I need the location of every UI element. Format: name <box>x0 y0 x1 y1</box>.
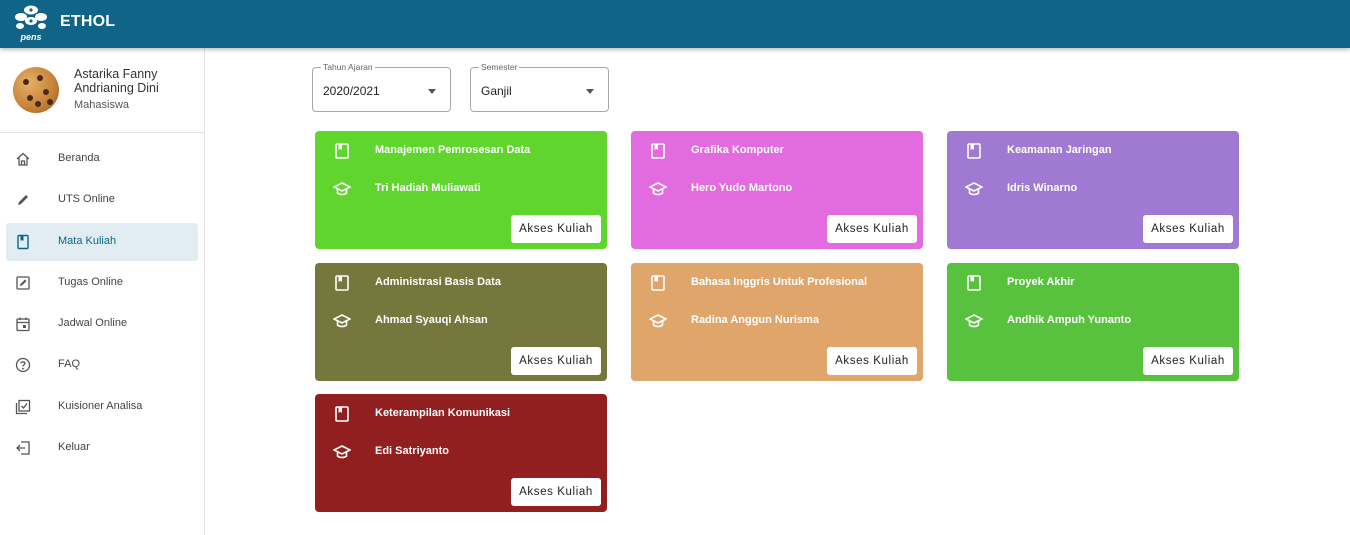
app-title: ETHOL <box>60 13 116 30</box>
akses-kuliah-button[interactable]: Akses Kuliah <box>511 478 601 506</box>
sidebar-item-label: Keluar <box>58 441 90 454</box>
sidebar-item-tugas-online[interactable]: Tugas Online <box>6 264 198 302</box>
graduation-cap-icon <box>333 445 351 459</box>
sidebar-item-beranda[interactable]: Beranda <box>6 140 198 178</box>
sidebar-item-jadwal-online[interactable]: Jadwal Online <box>6 305 198 343</box>
course-card: Bahasa Inggris Untuk Profesional Radina … <box>631 263 923 381</box>
semester-value: Ganjil <box>481 84 512 98</box>
akses-kuliah-button[interactable]: Akses Kuliah <box>1143 215 1233 243</box>
book-icon <box>651 275 665 291</box>
sidebar-item-label: Kuisioner Analisa <box>58 399 143 412</box>
checklist-icon <box>15 399 31 414</box>
lecturer-name: Hero Yudo Martono <box>691 182 793 194</box>
sidebar-item-label: FAQ <box>58 358 81 371</box>
graduation-cap-icon <box>333 182 351 196</box>
sidebar-item-kuisioner-analisa[interactable]: Kuisioner Analisa <box>6 388 198 426</box>
semester-legend: Semester <box>479 62 520 72</box>
book-icon <box>335 275 349 291</box>
lecturer-name: Tri Hadiah Muliawati <box>375 182 481 194</box>
sidebar-nav: Beranda UTS Online Mata Kuliah Tugas Onl… <box>0 140 204 470</box>
sidebar-item-label: Jadwal Online <box>58 317 128 330</box>
book-icon <box>335 406 349 422</box>
graduation-cap-icon <box>333 314 351 328</box>
akses-kuliah-button[interactable]: Akses Kuliah <box>827 215 917 243</box>
sidebar-item-label: Beranda <box>58 152 100 164</box>
top-app-bar: pens ETHOL <box>0 0 1350 48</box>
lecturer-name: Idris Winarno <box>1007 182 1078 194</box>
course-name: Keamanan Jaringan <box>1007 144 1112 156</box>
course-name: Keterampilan Komunikasi <box>375 407 511 419</box>
semester-select[interactable]: Semester Ganjil <box>470 62 609 112</box>
course-card: Administrasi Basis Data Ahmad Syauqi Ahs… <box>315 263 607 381</box>
user-profile: Astarika Fanny Andrianing Dini Mahasiswa <box>0 48 204 133</box>
sidebar-item-uts-online[interactable]: UTS Online <box>6 181 198 219</box>
sidebar-item-mata-kuliah[interactable]: Mata Kuliah <box>6 222 198 261</box>
lecturer-name: Andhik Ampuh Yunanto <box>1007 314 1132 326</box>
book-icon <box>17 234 29 249</box>
book-icon <box>967 143 981 159</box>
book-icon <box>335 143 349 159</box>
user-role: Mahasiswa <box>74 99 130 111</box>
akses-kuliah-button[interactable]: Akses Kuliah <box>511 347 601 375</box>
edit-icon <box>16 276 30 290</box>
calendar-icon <box>16 317 30 332</box>
course-name: Grafika Komputer <box>691 144 784 156</box>
book-icon <box>651 143 665 159</box>
course-card: Keamanan Jaringan Idris Winarno Akses Ku… <box>947 131 1239 249</box>
chevron-down-icon <box>428 89 436 94</box>
course-name: Manajemen Pemrosesan Data <box>375 144 531 156</box>
user-name: Astarika Fanny Andrianing Dini <box>74 67 159 95</box>
course-name: Proyek Akhir <box>1007 276 1075 288</box>
graduation-cap-icon <box>965 314 983 328</box>
sidebar-item-label: Tugas Online <box>58 275 124 288</box>
help-icon <box>15 358 31 373</box>
tahun-ajaran-legend: Tahun Ajaran <box>321 62 375 72</box>
course-card: Proyek Akhir Andhik Ampuh Yunanto Akses … <box>947 263 1239 381</box>
graduation-cap-icon <box>649 314 667 328</box>
book-icon <box>967 275 981 291</box>
graduation-cap-icon <box>649 182 667 196</box>
akses-kuliah-button[interactable]: Akses Kuliah <box>827 347 917 375</box>
course-card: Grafika Komputer Hero Yudo Martono Akses… <box>631 131 923 249</box>
pen-icon <box>18 195 28 206</box>
sidebar-item-keluar[interactable]: Keluar <box>6 429 198 467</box>
avatar <box>13 67 59 113</box>
akses-kuliah-button[interactable]: Akses Kuliah <box>1143 347 1233 375</box>
lecturer-name: Ahmad Syauqi Ahsan <box>375 314 488 326</box>
sidebar-item-label: UTS Online <box>58 193 115 206</box>
sidebar-item-faq[interactable]: FAQ <box>6 346 198 384</box>
course-name: Administrasi Basis Data <box>375 276 501 288</box>
akses-kuliah-button[interactable]: Akses Kuliah <box>511 215 601 243</box>
lecturer-name: Radina Anggun Nurisma <box>691 314 819 326</box>
tahun-ajaran-select[interactable]: Tahun Ajaran 2020/2021 <box>312 62 451 112</box>
course-card: Keterampilan Komunikasi Edi Satriyanto A… <box>315 394 607 512</box>
logo-text: pens <box>19 32 41 42</box>
course-card: Manajemen Pemrosesan Data Tri Hadiah Mul… <box>315 131 607 249</box>
sidebar-item-label: Mata Kuliah <box>58 234 117 247</box>
chevron-down-icon <box>586 89 594 94</box>
tahun-ajaran-value: 2020/2021 <box>323 84 380 98</box>
lecturer-name: Edi Satriyanto <box>375 445 449 457</box>
graduation-cap-icon <box>965 182 983 196</box>
logout-icon <box>16 441 30 455</box>
home-icon <box>16 152 30 166</box>
pens-logo[interactable]: pens <box>12 3 50 43</box>
sidebar: Astarika Fanny Andrianing Dini Mahasiswa… <box>0 48 205 535</box>
course-name: Bahasa Inggris Untuk Profesional <box>691 276 868 288</box>
